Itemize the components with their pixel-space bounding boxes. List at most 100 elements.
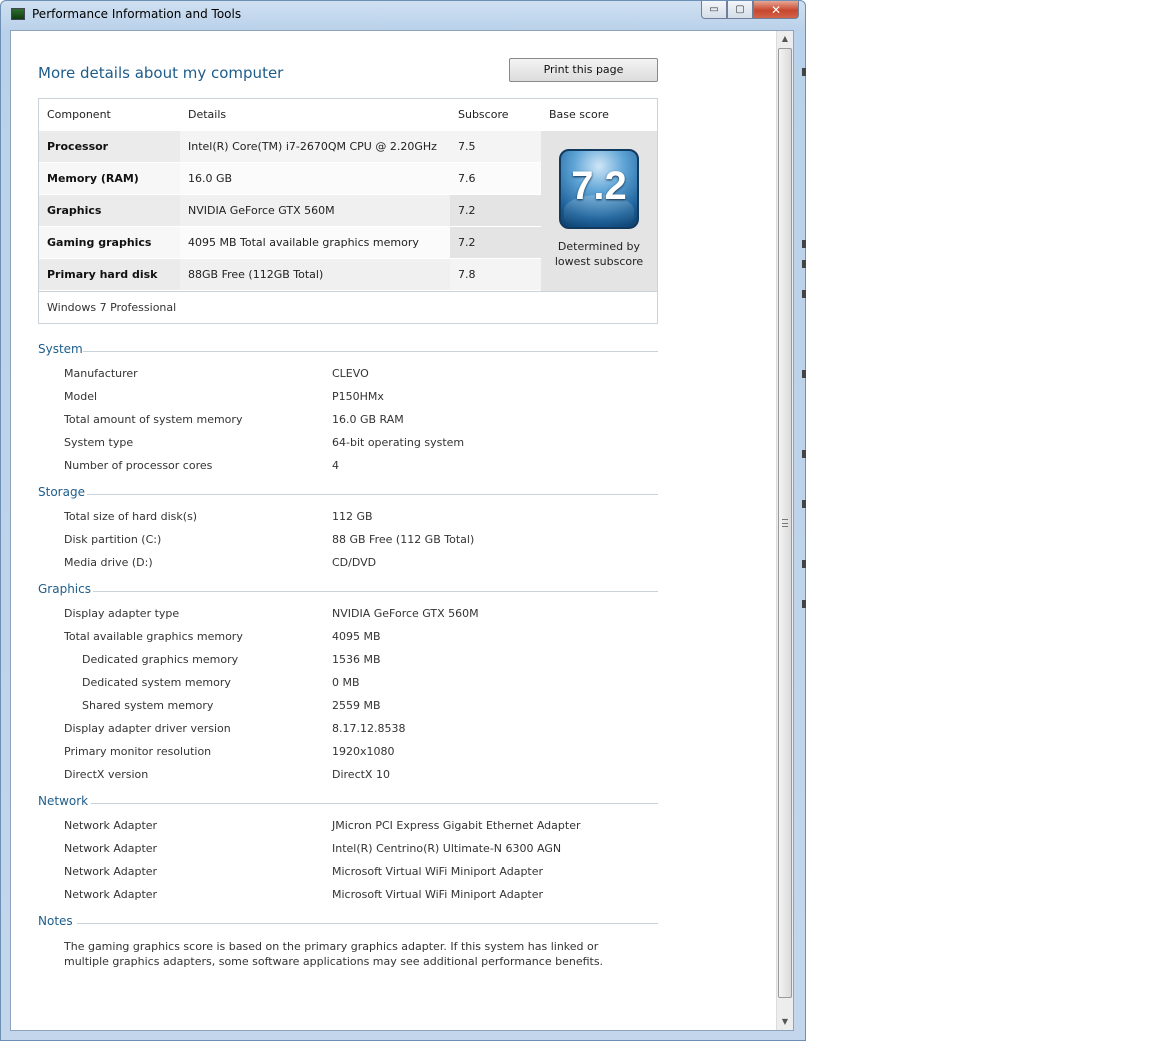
storage-label-total: Total size of hard disk(s) (64, 510, 198, 523)
header-details: Details (188, 108, 227, 121)
section-divider (83, 351, 658, 352)
section-title-graphics: Graphics (38, 582, 91, 596)
print-page-button[interactable]: Print this page (509, 58, 658, 82)
background-window-fragment (802, 560, 806, 568)
base-score-badge-icon: 7.2 (559, 149, 639, 229)
system-label-type: System type (64, 436, 134, 449)
system-label-model: Model (64, 390, 98, 403)
minimize-button[interactable]: ▭ (701, 1, 727, 19)
component-subscore: 7.2 (450, 227, 541, 258)
header-base-score: Base score (549, 108, 609, 121)
storage-label-media: Media drive (D:) (64, 556, 153, 569)
component-details: Intel(R) Core(TM) i7-2670QM CPU @ 2.20GH… (180, 131, 450, 162)
section-title-system: System (38, 342, 83, 356)
graphics-label-shared: Shared system memory (82, 699, 214, 712)
graphics-value-resolution: 1920x1080 (332, 745, 395, 758)
graphics-label-resolution: Primary monitor resolution (64, 745, 212, 758)
storage-value-partition: 88 GB Free (112 GB Total) (332, 533, 475, 546)
scrollbar-thumb[interactable] (778, 48, 792, 998)
network-label: Network Adapter (64, 819, 158, 832)
network-value: Intel(R) Centrino(R) Ultimate-N 6300 AGN (332, 842, 562, 855)
minimize-icon: ▭ (709, 4, 719, 15)
score-row-processor: Processor Intel(R) Core(TM) i7-2670QM CP… (39, 131, 541, 162)
graphics-value-adapter: NVIDIA GeForce GTX 560M (332, 607, 479, 620)
system-value-memory: 16.0 GB RAM (332, 413, 404, 426)
component-subscore: 7.6 (450, 163, 541, 194)
background-window-fragment (802, 68, 806, 76)
system-label-manufacturer: Manufacturer (64, 367, 138, 380)
graphics-label-adapter: Display adapter type (64, 607, 180, 620)
graphics-label-dedicated-system: Dedicated system memory (82, 676, 231, 689)
score-row-gaming-graphics: Gaming graphics 4095 MB Total available … (39, 227, 541, 258)
storage-label-partition: Disk partition (C:) (64, 533, 162, 546)
system-value-type: 64-bit operating system (332, 436, 465, 449)
section-divider (87, 494, 658, 495)
caption-buttons: ▭ ▢ ✕ (701, 1, 799, 19)
background-window-fragment (802, 600, 806, 608)
component-name: Processor (39, 131, 180, 162)
graphics-label-driver: Display adapter driver version (64, 722, 231, 735)
component-name: Memory (RAM) (39, 163, 180, 194)
notes-text: The gaming graphics score is based on th… (64, 940, 604, 968)
system-label-cores: Number of processor cores (64, 459, 213, 472)
graphics-value-dedicated-system: 0 MB (332, 676, 360, 689)
close-icon: ✕ (770, 2, 782, 17)
base-score-note: Determined by lowest subscore (554, 240, 644, 268)
component-subscore: 7.8 (450, 259, 541, 290)
network-label: Network Adapter (64, 865, 158, 878)
network-value: JMicron PCI Express Gigabit Ethernet Ada… (332, 819, 581, 832)
storage-value-total: 112 GB (332, 510, 373, 523)
title-bar[interactable]: Performance Information and Tools ▭ ▢ ✕ (1, 1, 805, 29)
component-subscore: 7.5 (450, 131, 541, 162)
network-label: Network Adapter (64, 842, 158, 855)
base-score-value: 7.2 (571, 164, 627, 208)
component-details: 88GB Free (112GB Total) (180, 259, 450, 290)
network-value: Microsoft Virtual WiFi Miniport Adapter (332, 888, 544, 901)
scroll-grip-icon (782, 519, 788, 527)
network-label: Network Adapter (64, 888, 158, 901)
client-area: More details about my computer Print thi… (10, 30, 794, 1031)
section-divider (77, 923, 658, 924)
score-row-hard-disk: Primary hard disk 88GB Free (112GB Total… (39, 259, 541, 290)
graphics-value-directx: DirectX 10 (332, 768, 390, 781)
base-score-cell: 7.2 Determined by lowest subscore (541, 131, 657, 291)
system-label-memory: Total amount of system memory (64, 413, 243, 426)
component-details: 16.0 GB (180, 163, 450, 194)
close-button[interactable]: ✕ (753, 1, 799, 19)
vertical-scrollbar[interactable]: ▲ ▼ (776, 31, 793, 1030)
score-table: Component Details Subscore Base score Pr… (38, 98, 658, 324)
os-edition: Windows 7 Professional (39, 291, 657, 323)
header-component: Component (47, 108, 111, 121)
system-value-cores: 4 (332, 459, 339, 472)
background-window-fragment (802, 500, 806, 508)
background-window-fragment (802, 450, 806, 458)
section-title-notes: Notes (38, 914, 73, 928)
system-value-model: P150HMx (332, 390, 384, 403)
graphics-value-shared: 2559 MB (332, 699, 381, 712)
score-row-graphics: Graphics NVIDIA GeForce GTX 560M 7.2 (39, 195, 541, 226)
scroll-up-arrow-icon[interactable]: ▲ (777, 31, 793, 47)
section-title-network: Network (38, 794, 89, 808)
maximize-icon: ▢ (735, 4, 745, 15)
component-name: Primary hard disk (39, 259, 180, 290)
component-name: Graphics (39, 195, 180, 226)
component-details: 4095 MB Total available graphics memory (180, 227, 450, 258)
section-divider (91, 803, 658, 804)
graphics-label-dedicated-graphics: Dedicated graphics memory (82, 653, 239, 666)
network-value: Microsoft Virtual WiFi Miniport Adapter (332, 865, 544, 878)
scroll-down-arrow-icon[interactable]: ▼ (777, 1014, 793, 1030)
performance-app-icon (11, 8, 25, 20)
window-title: Performance Information and Tools (32, 7, 242, 21)
graphics-value-driver: 8.17.12.8538 (332, 722, 406, 735)
performance-window: Performance Information and Tools ▭ ▢ ✕ … (0, 0, 806, 1041)
graphics-value-total-memory: 4095 MB (332, 630, 381, 643)
background-window-fragment (802, 240, 806, 248)
background-window-fragment (802, 290, 806, 298)
component-details: NVIDIA GeForce GTX 560M (180, 195, 450, 226)
graphics-label-directx: DirectX version (64, 768, 149, 781)
system-value-manufacturer: CLEVO (332, 367, 369, 380)
graphics-label-total-memory: Total available graphics memory (64, 630, 243, 643)
section-title-storage: Storage (38, 485, 85, 499)
details-content: More details about my computer Print thi… (11, 31, 778, 1030)
maximize-button[interactable]: ▢ (727, 1, 753, 19)
